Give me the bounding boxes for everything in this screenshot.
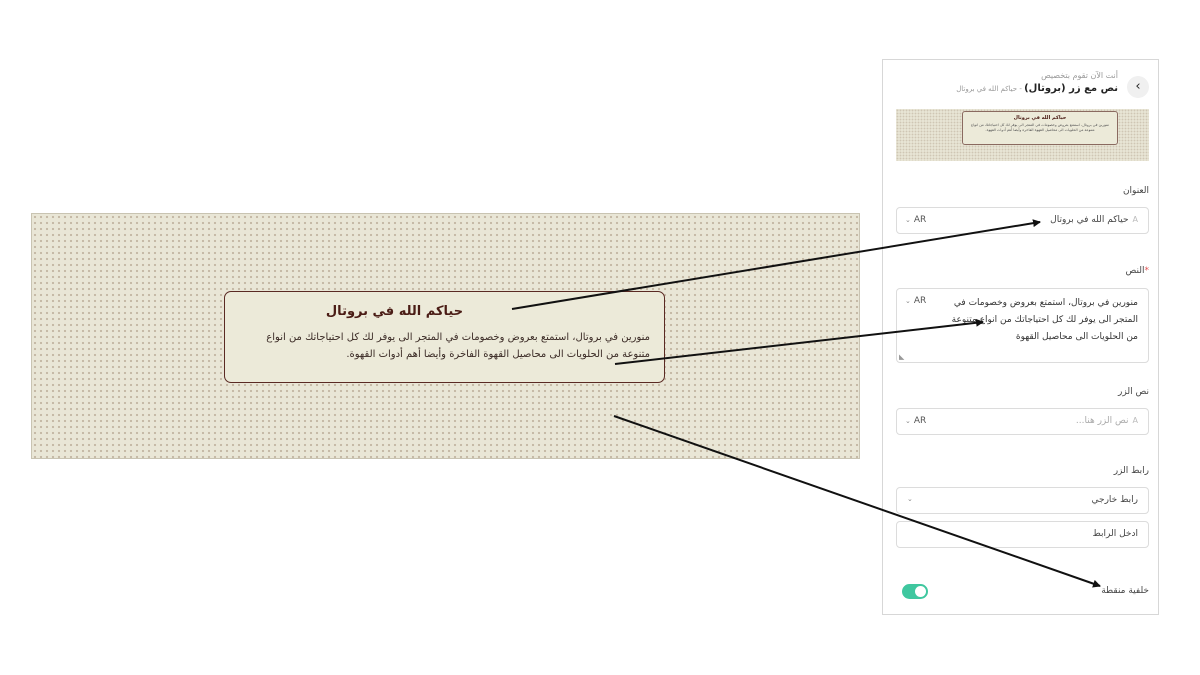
arrow-text <box>614 318 984 365</box>
arrow-dotted-background <box>613 415 1101 588</box>
arrow-heading <box>511 219 1041 310</box>
annotation-arrows <box>511 219 1101 588</box>
